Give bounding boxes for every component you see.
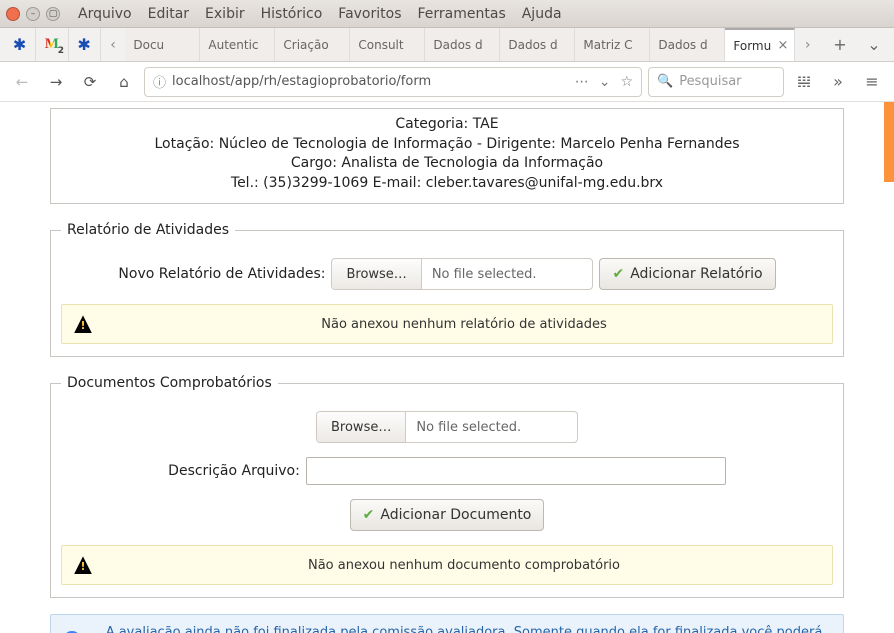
page-viewport: Categoria: TAE Lotação: Núcleo de Tecnol… xyxy=(0,102,894,633)
menu-ajuda[interactable]: Ajuda xyxy=(522,6,562,22)
site-info-icon[interactable]: ⓘ xyxy=(153,72,166,91)
documentos-fieldset: Documentos Comprobatórios Browse… No fil… xyxy=(50,375,844,598)
descricao-arquivo-label: Descrição Arquivo: xyxy=(168,463,300,479)
tab-dados-3[interactable]: Dados d xyxy=(650,28,725,61)
app-menubar: Arquivo Editar Exibir Histórico Favorito… xyxy=(78,6,562,22)
nav-home-button[interactable]: ⌂ xyxy=(110,68,138,96)
avaliacao-info-banner: i A avaliação ainda não foi finalizada p… xyxy=(50,614,844,633)
overflow-icon[interactable]: » xyxy=(824,68,852,96)
relatorio-atividades-fieldset: Relatório de Atividades Novo Relatório d… xyxy=(50,222,844,357)
tab-criacao[interactable]: Criação xyxy=(275,28,350,61)
adicionar-relatorio-button[interactable]: ✔ Adicionar Relatório xyxy=(599,258,775,290)
documento-file-input[interactable]: Browse… No file selected. xyxy=(316,411,578,443)
browser-toolbar: ← → ⟳ ⌂ ⓘ localhost/app/rh/estagioprobat… xyxy=(0,62,894,102)
documentos-legend: Documentos Comprobatórios xyxy=(61,375,278,391)
pinned-tab-3[interactable]: ✱ xyxy=(69,28,101,61)
check-icon: ✔ xyxy=(363,507,375,523)
relatorio-file-status: No file selected. xyxy=(422,267,547,282)
check-icon: ✔ xyxy=(612,266,624,282)
search-box[interactable]: 🔍 Pesquisar xyxy=(648,67,784,97)
relatorio-legend: Relatório de Atividades xyxy=(61,222,235,238)
address-bar[interactable]: ⓘ localhost/app/rh/estagioprobatorio/for… xyxy=(144,67,642,97)
menu-arquivo[interactable]: Arquivo xyxy=(78,6,132,22)
bookmark-star-icon[interactable]: ☆ xyxy=(620,74,633,90)
warning-icon: ! xyxy=(74,315,92,333)
pocket-icon[interactable]: ⌄ xyxy=(599,74,611,90)
relatorio-file-input[interactable]: Browse… No file selected. xyxy=(331,258,593,290)
search-icon: 🔍 xyxy=(657,74,673,89)
tab-autentic[interactable]: Autentic xyxy=(200,28,275,61)
window-close-icon[interactable] xyxy=(6,7,20,21)
pinned-tab-gmail[interactable]: M2 xyxy=(36,28,68,61)
page-actions-icon[interactable]: ⋯ xyxy=(575,74,589,90)
all-tabs-dropdown-icon[interactable]: ⌄ xyxy=(860,31,888,59)
descricao-arquivo-input[interactable] xyxy=(306,457,726,485)
employee-header-box: Categoria: TAE Lotação: Núcleo de Tecnol… xyxy=(50,108,844,204)
tab-dados-1[interactable]: Dados d xyxy=(425,28,500,61)
url-text: localhost/app/rh/estagioprobatorio/form xyxy=(172,74,431,89)
menu-exibir[interactable]: Exibir xyxy=(205,6,245,22)
window-titlebar: – ▢ Arquivo Editar Exibir Histórico Favo… xyxy=(0,0,894,28)
menu-ferramentas[interactable]: Ferramentas xyxy=(418,6,506,22)
tab-docu[interactable]: Docu xyxy=(125,28,200,61)
window-minimize-icon[interactable]: – xyxy=(26,7,40,21)
menu-favoritos[interactable]: Favoritos xyxy=(338,6,401,22)
tab-scroll-right-icon[interactable]: › xyxy=(795,28,820,61)
browser-tabstrip: ✱ M2 ✱ ‹ Docu Autentic Criação Consult D… xyxy=(0,28,894,62)
pinned-tab-1[interactable]: ✱ xyxy=(4,28,36,61)
documento-file-status: No file selected. xyxy=(406,420,531,435)
scroll-indicator[interactable] xyxy=(884,102,894,182)
relatorio-warning-banner: ! Não anexou nenhum relatório de ativida… xyxy=(61,304,833,344)
new-tab-button[interactable]: + xyxy=(826,31,854,59)
menu-historico[interactable]: Histórico xyxy=(261,6,323,22)
nav-reload-button[interactable]: ⟳ xyxy=(76,68,104,96)
tab-matriz[interactable]: Matriz C xyxy=(575,28,650,61)
documento-warning-banner: ! Não anexou nenhum documento comprobató… xyxy=(61,545,833,585)
adicionar-documento-button[interactable]: ✔ Adicionar Documento xyxy=(350,499,545,531)
tab-formulario-active[interactable]: Formu× xyxy=(725,28,795,61)
novo-relatorio-label: Novo Relatório de Atividades: xyxy=(118,266,325,282)
tab-dados-2[interactable]: Dados d xyxy=(500,28,575,61)
documento-browse-button[interactable]: Browse… xyxy=(317,412,406,442)
nav-back-button[interactable]: ← xyxy=(8,68,36,96)
menu-editar[interactable]: Editar xyxy=(148,6,189,22)
tab-close-icon[interactable]: × xyxy=(777,38,788,53)
tab-consult[interactable]: Consult xyxy=(350,28,425,61)
warning-icon: ! xyxy=(74,556,92,574)
tab-scroll-left-icon[interactable]: ‹ xyxy=(101,28,126,61)
hamburger-menu-icon[interactable]: ≡ xyxy=(858,68,886,96)
window-maximize-icon[interactable]: ▢ xyxy=(46,7,60,21)
nav-forward-button[interactable]: → xyxy=(42,68,70,96)
library-icon[interactable]: 𝍐 xyxy=(790,68,818,96)
search-placeholder: Pesquisar xyxy=(679,74,741,89)
relatorio-browse-button[interactable]: Browse… xyxy=(332,259,421,289)
